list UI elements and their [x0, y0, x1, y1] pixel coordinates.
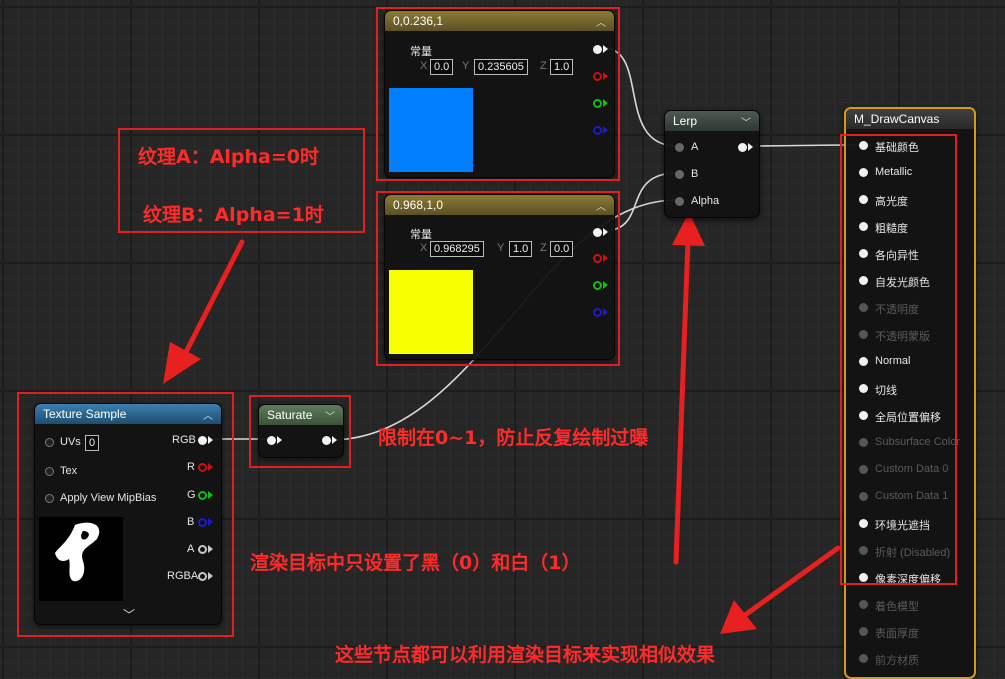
highlight-saturate: [249, 395, 351, 468]
material-input-label: 表面厚度: [875, 628, 919, 640]
material-input-pin[interactable]: [859, 654, 868, 663]
node-header[interactable]: M_DrawCanvas: [846, 109, 974, 129]
arrow-to-texture: [179, 239, 245, 363]
material-input-pin[interactable]: [859, 600, 868, 609]
input-pin-alpha[interactable]: [675, 197, 684, 206]
input-b-label: B: [691, 168, 699, 180]
lerp-node[interactable]: Lerp ﹀ A B Alpha: [664, 110, 760, 218]
highlight-material-pins: [840, 134, 957, 585]
node-title: M_DrawCanvas: [854, 112, 940, 126]
input-a-label: A: [691, 141, 699, 153]
annotation-clamp: 限制在0~1，防止反复绘制过曝: [378, 427, 649, 449]
arrow-to-material-head: [720, 600, 757, 634]
material-input-pin[interactable]: [859, 627, 868, 636]
highlight-const2: [376, 191, 620, 366]
output-arrow-icon: [748, 143, 753, 151]
node-title: Lerp: [673, 114, 698, 128]
material-input-label: 前方材质: [875, 655, 919, 667]
output-pin[interactable]: [738, 143, 747, 152]
material-input-label: 着色模型: [875, 601, 919, 613]
arrow-to-material: [742, 545, 841, 618]
input-pin-a[interactable]: [675, 143, 684, 152]
highlight-const1: [376, 7, 620, 181]
input-alpha-label: Alpha: [691, 195, 720, 207]
input-pin-b[interactable]: [675, 170, 684, 179]
highlight-texture-sample: [17, 392, 234, 637]
arrow-to-alpha: [673, 237, 691, 565]
node-header[interactable]: Lerp ﹀: [665, 111, 759, 131]
arrow-to-texture-head: [163, 342, 201, 384]
annotation-texture-b: 纹理B：Alpha=1时: [143, 204, 324, 226]
collapse-chevron-icon[interactable]: ﹀: [741, 114, 751, 129]
annotation-texture-a: 纹理A：Alpha=0时: [138, 146, 320, 168]
annotation-render-target: 渲染目标中只设置了黑（0）和白（1）: [250, 552, 581, 574]
annotation-nodes: 这些节点都可以利用渲染目标来实现相似效果: [335, 644, 716, 666]
